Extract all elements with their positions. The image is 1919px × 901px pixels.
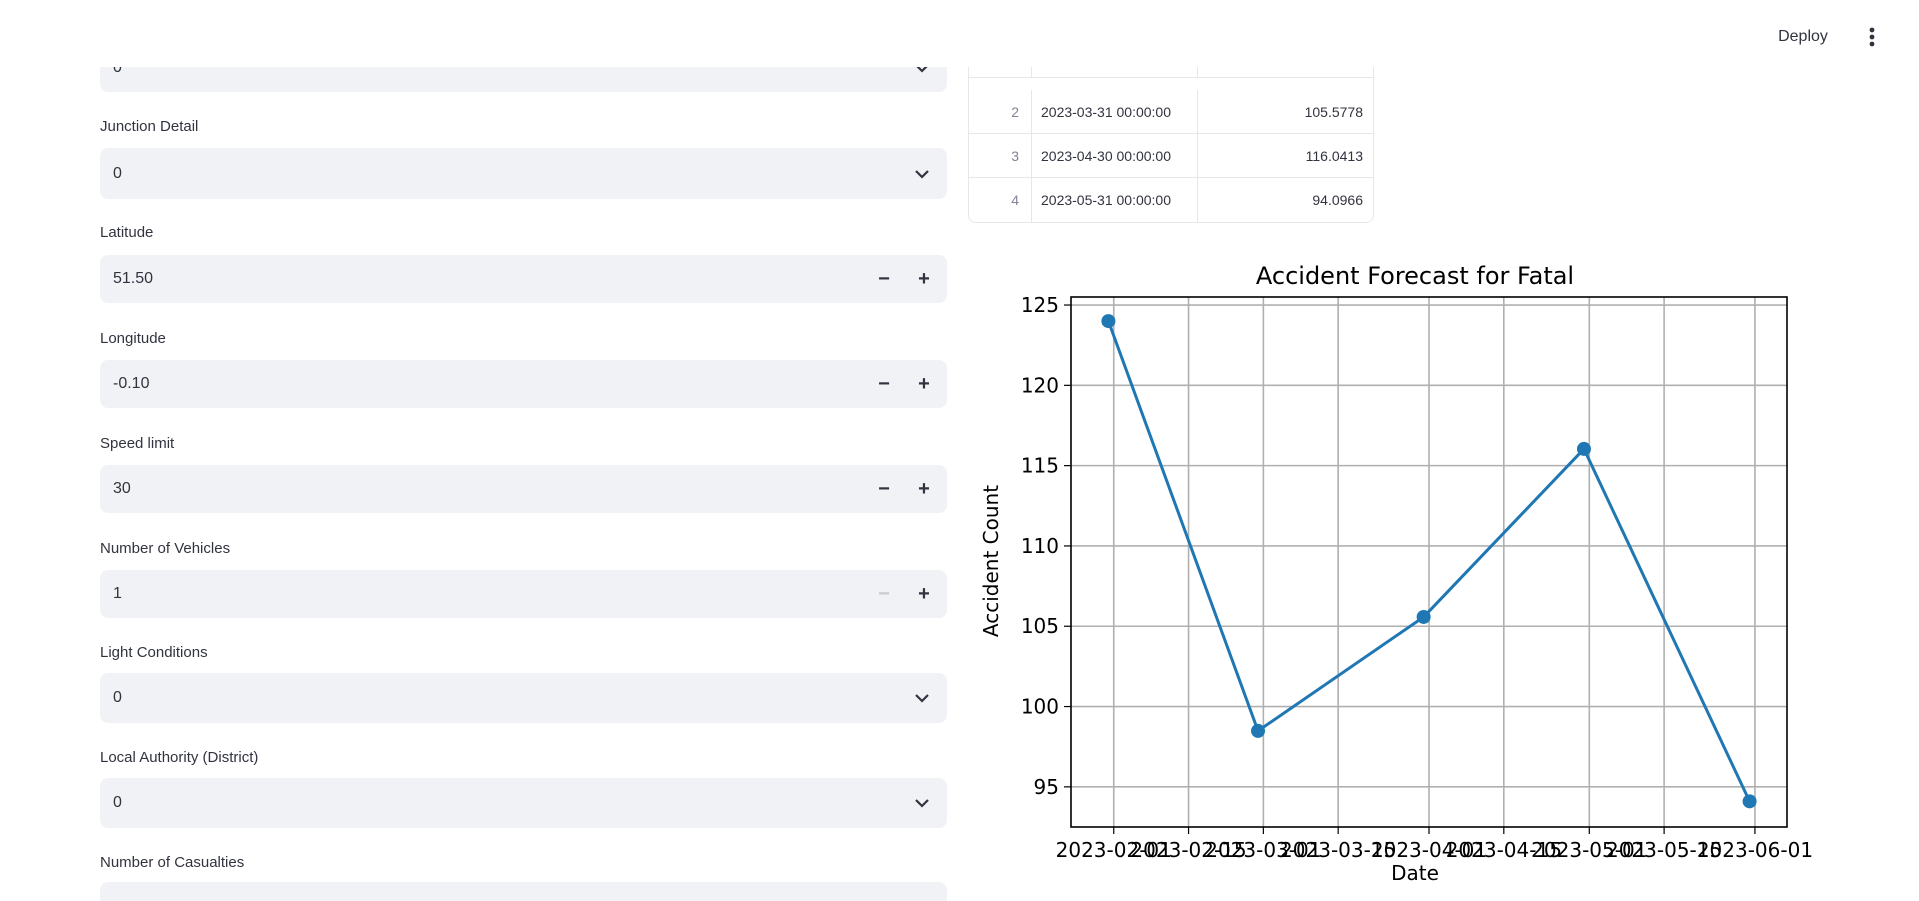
num-vehicles-input[interactable]: 1 − + (100, 570, 947, 618)
latitude-label: Latitude (100, 224, 154, 241)
junction-detail-select[interactable]: 0 (100, 148, 947, 199)
y-tick-label: 100 (1021, 695, 1059, 719)
row-value: 94.0966 (1312, 192, 1363, 208)
x-axis-label: Date (1391, 861, 1439, 885)
row-index: 2 (969, 90, 1032, 133)
light-conditions-value: 0 (113, 689, 122, 706)
deploy-button[interactable]: Deploy (1772, 24, 1834, 50)
table-row: 4 2023-05-31 00:00:00 94.0966 (969, 178, 1373, 222)
num-casualties-label: Number of Casualties (100, 854, 245, 871)
y-tick-label: 115 (1021, 454, 1059, 478)
longitude-input[interactable]: -0.10 − + (100, 360, 947, 408)
chevron-down-icon (915, 169, 929, 179)
num-vehicles-increment-button[interactable]: + (905, 570, 943, 618)
app-header: Deploy (0, 0, 1919, 67)
speed-limit-increment-button[interactable]: + (905, 465, 943, 513)
local-authority-select[interactable]: 0 (100, 778, 947, 828)
y-tick-label: 110 (1021, 534, 1059, 558)
num-casualties-input[interactable] (100, 882, 947, 901)
more-vert-icon[interactable] (1862, 22, 1882, 52)
table-row: 3 2023-04-30 00:00:00 116.0413 (969, 134, 1373, 178)
data-point (1101, 314, 1116, 329)
longitude-increment-button[interactable]: + (905, 360, 943, 408)
data-point (1251, 723, 1266, 738)
x-tick-label: 2023-06-01 (1697, 838, 1813, 862)
y-tick-label: 125 (1021, 293, 1059, 317)
longitude-decrement-button[interactable]: − (865, 360, 903, 408)
table-row: 2 2023-03-31 00:00:00 105.5778 (969, 90, 1373, 134)
latitude-increment-button[interactable]: + (905, 255, 943, 303)
data-point (1742, 794, 1757, 809)
chevron-down-icon (915, 694, 929, 703)
forecast-table: 1 2023-02-28 00:00:00 98.4844 2 2023-03-… (968, 52, 1374, 223)
row-value: 105.5778 (1304, 103, 1363, 120)
longitude-value: -0.10 (113, 375, 150, 392)
speed-limit-input[interactable]: 30 − + (100, 465, 947, 513)
speed-limit-value: 30 (113, 480, 131, 497)
row-date: 2023-03-31 00:00:00 (1033, 90, 1198, 133)
light-conditions-select[interactable]: 0 (100, 673, 947, 723)
local-authority-label: Local Authority (District) (100, 749, 259, 766)
forecast-chart: Accident Forecast for Fatal Date Acciden… (979, 262, 1813, 885)
chevron-down-icon (915, 799, 929, 808)
latitude-input[interactable]: 51.50 − + (100, 255, 947, 303)
y-tick-label: 95 (1034, 775, 1059, 799)
speed-limit-decrement-button[interactable]: − (865, 465, 903, 513)
num-vehicles-value: 1 (113, 585, 122, 602)
y-axis-label: Accident Count (979, 485, 1003, 637)
num-vehicles-decrement-button[interactable]: − (865, 570, 903, 618)
chart-title: Accident Forecast for Fatal (1256, 262, 1574, 290)
row-value: 116.0413 (1305, 147, 1363, 164)
num-vehicles-label: Number of Vehicles (100, 540, 231, 557)
longitude-label: Longitude (100, 330, 166, 347)
latitude-decrement-button[interactable]: − (865, 255, 903, 303)
junction-detail-label: Junction Detail (100, 118, 199, 135)
speed-limit-label: Speed limit (100, 435, 175, 452)
light-conditions-label: Light Conditions (100, 644, 208, 661)
latitude-value: 51.50 (113, 270, 154, 287)
row-date: 2023-05-31 00:00:00 (1033, 178, 1198, 222)
data-point (1416, 609, 1431, 624)
row-index: 3 (969, 134, 1032, 177)
data-point (1576, 441, 1591, 456)
local-authority-value: 0 (113, 794, 122, 811)
y-tick-label: 120 (1021, 373, 1059, 397)
y-tick-label: 105 (1021, 614, 1059, 638)
row-index: 4 (969, 178, 1032, 222)
row-date: 2023-04-30 00:00:00 (1033, 134, 1198, 177)
junction-detail-value: 0 (113, 164, 122, 182)
